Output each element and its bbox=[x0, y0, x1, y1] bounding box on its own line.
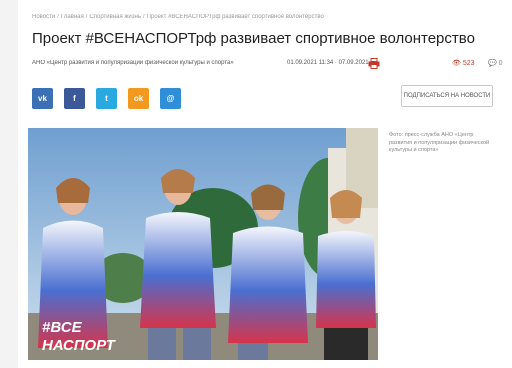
breadcrumb: Новости / Главная / Спортивная жизнь / Проект … bbox=[32, 14, 502, 20]
share-vk-button[interactable]: vk bbox=[32, 88, 53, 109]
share-buttons: vk f t ok @ bbox=[32, 88, 181, 110]
breadcrumb-item[interactable]: Новости bbox=[32, 14, 55, 20]
article-page: Новости / Главная / Спортивная жизнь / Проект … bbox=[18, 0, 512, 368]
breadcrumb-item[interactable]: Главная bbox=[61, 14, 84, 20]
views-count: 👁 523 bbox=[452, 59, 475, 67]
comments-number: 0 bbox=[498, 60, 503, 67]
author-text: АНО «Центр развития и популяризации физи… bbox=[32, 60, 234, 66]
facebook-icon: f bbox=[73, 94, 76, 103]
article-meta: АНО «Центр развития и популяризации физи… bbox=[32, 58, 503, 70]
breadcrumb-current: Проект #ВСЕНАСПОРТрф развивает спортивно… bbox=[146, 14, 324, 20]
share-twitter-button[interactable]: t bbox=[96, 88, 117, 109]
breadcrumb-separator: / bbox=[57, 14, 59, 20]
odnoklassniki-icon: ok bbox=[133, 94, 144, 103]
comments-count[interactable]: 💬 0 bbox=[488, 59, 503, 67]
publish-date: 01.09.2021 11:34 · 07.09.2021 bbox=[287, 60, 369, 66]
share-facebook-button[interactable]: f bbox=[64, 88, 85, 109]
twitter-icon: t bbox=[105, 94, 108, 103]
subscribe-button[interactable]: ПОДПИСАТЬСЯ НА НОВОСТИ bbox=[401, 85, 493, 107]
breadcrumb-separator: / bbox=[142, 14, 145, 20]
volunteers-photo-illustration: #ВСЕ НАСПОРТ bbox=[28, 128, 378, 360]
eye-icon: 👁 bbox=[452, 60, 461, 67]
share-odnoklassniki-button[interactable]: ok bbox=[128, 88, 149, 109]
print-icon[interactable] bbox=[368, 58, 380, 69]
page-title: Проект #ВСЕНАСПОРТрф развивает спортивно… bbox=[32, 30, 475, 47]
breadcrumb-item[interactable]: Спортивная жизнь bbox=[89, 14, 141, 20]
comment-icon: 💬 bbox=[488, 60, 497, 67]
article-photo: #ВСЕ НАСПОРТ bbox=[28, 128, 378, 360]
photo-watermark-line2: НАСПОРТ bbox=[42, 337, 117, 354]
views-number: 523 bbox=[462, 60, 475, 67]
breadcrumb-separator: / bbox=[85, 14, 88, 20]
photo-watermark-line1: #ВСЕ bbox=[42, 319, 83, 336]
mailru-icon: @ bbox=[166, 94, 175, 103]
photo-caption: Фото: пресс-служба АНО «Центр развития и… bbox=[389, 132, 490, 154]
vk-icon: vk bbox=[38, 94, 47, 103]
share-mailru-button[interactable]: @ bbox=[160, 88, 181, 109]
